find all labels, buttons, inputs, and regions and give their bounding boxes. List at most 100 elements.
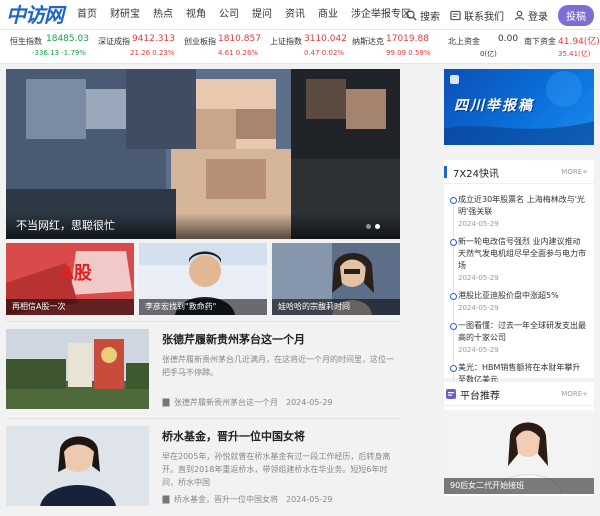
contact-label: 联系我们 (464, 11, 504, 23)
a-share-overlay-text: A股 (60, 263, 92, 284)
article-item[interactable]: 张德芹履新贵州茅台这一个月 张德芹履新贵州茅台几近满月，在这将近一个月的时间里，… (6, 329, 400, 419)
flash-news-item[interactable]: 一图看懂：过去一年全球研发支出最高的十家公司 2024-05-29 (450, 320, 586, 354)
panel-title: 7X24快讯 (453, 169, 499, 180)
news-date: 2024-05-29 (458, 220, 499, 228)
nav-item-home[interactable]: 首页 (77, 0, 97, 30)
ticker-chinext[interactable]: 创业板指 1810.857 4.61 0.26% (184, 33, 264, 61)
article-summary: 早在2005年，孙悦就曾在桥水基金有过一段工作经历，后转身离开。直到2018年重… (162, 452, 391, 487)
thumb-card[interactable]: 李彦宏找到"救命药" (139, 243, 267, 315)
thumb-caption: 娃哈哈的宗馥莉时间 (272, 299, 400, 315)
ticker-nasdaq[interactable]: 纳斯达克 17019.88 99.09 0.59% (352, 33, 436, 61)
nav-item-perspective[interactable]: 视角 (186, 0, 206, 30)
article-image (6, 426, 149, 506)
ticker-name: 创业板指 (184, 37, 216, 46)
article-date: 2024-05-29 (286, 495, 333, 504)
panel-header: 7X24快讯 MORE+ (444, 160, 594, 184)
search-label: 搜索 (420, 11, 440, 23)
article-source: 张德芹履新贵州茅台这一个月 (174, 398, 278, 407)
ticker-change: 21.26 0.23% (130, 49, 175, 57)
panel-accent-bar (444, 166, 447, 178)
panel-title: 平台推荐 (460, 391, 500, 402)
search-button[interactable]: 搜索 (406, 8, 440, 23)
contact-button[interactable]: 联系我们 (450, 8, 504, 23)
ticker-value: 9412.313 (132, 34, 175, 44)
article-summary: 张德芹履新贵州茅台几近满月，在这将近一个月的时间里，这位一把手马不停蹄。 (162, 355, 394, 377)
recommend-caption: 90后女二代开始接班 (450, 481, 525, 490)
thumb-card[interactable]: 娃哈哈的宗馥莉时间 (272, 243, 400, 315)
ticker-name: 纳斯达克 (352, 37, 384, 46)
login-label: 登录 (528, 11, 548, 23)
article-thumbnail (6, 426, 149, 506)
nav-item-business[interactable]: 商业 (318, 0, 338, 30)
ticker-value: 17019.88 (386, 34, 429, 44)
flash-news-list: 成立近30年股票名 上海梅林改与'光明'强关联 2024-05-29 新一轮电改… (444, 184, 594, 396)
ticker-hsi[interactable]: 恒生指数 18485.03 -336.13 -1.79% (10, 33, 89, 61)
carousel-dots (362, 224, 380, 229)
flash-news-item[interactable]: 新一轮电改信号强烈 业内建议推动天然气发电机组尽早全面参与电力市场 2024-0… (450, 236, 586, 282)
article-title[interactable]: 桥水基金，晋升一位中国女将 (162, 428, 305, 444)
recommend-card[interactable]: 90后女二代开始接班 (444, 410, 594, 494)
sichuan-report-banner[interactable]: 四川举报稿 (444, 69, 594, 145)
nav-item-company[interactable]: 公司 (219, 0, 239, 30)
article-item[interactable]: 桥水基金，晋升一位中国女将 早在2005年，孙悦就曾在桥水基金有过一段工作经历，… (6, 426, 400, 516)
ticker-name: 北上资金 (448, 37, 480, 46)
contact-icon (450, 10, 461, 20)
ticker-change: 99.09 0.59% (386, 49, 431, 57)
carousel-dot[interactable] (366, 224, 371, 229)
nav-item-hot[interactable]: 热点 (153, 0, 173, 30)
sidebar: 四川举报稿 (444, 69, 594, 145)
ticker-name: 南下资金 (524, 37, 556, 46)
recommend-icon (446, 389, 456, 399)
login-button[interactable]: 登录 (514, 8, 548, 23)
ticker-name: 深证成指 (98, 37, 130, 46)
banner-title: 四川举报稿 (454, 98, 534, 114)
user-icon (514, 10, 525, 20)
news-text: 新一轮电改信号强烈 业内建议推动天然气发电机组尽早全面参与电力市场 (458, 237, 586, 270)
search-icon (406, 10, 417, 21)
ticker-value: 3110.042 (304, 34, 347, 44)
nav-item-news[interactable]: 资讯 (285, 0, 305, 30)
ticker-value: 0.00 (498, 34, 519, 44)
divider (6, 418, 400, 419)
article-image (6, 329, 149, 409)
ticker-value: 1810.857 (218, 34, 261, 44)
ticker-change: -336.13 -1.79% (32, 49, 87, 57)
hero-caption: 不当网红，思聪很忙 (6, 213, 400, 239)
article-title[interactable]: 张德芹履新贵州茅台这一个月 (162, 331, 305, 347)
ticker-change: 35.41(亿) (558, 50, 591, 58)
ticker-northbound[interactable]: 北上资金 0.00 0(亿) (448, 33, 520, 61)
article-meta: 张德芹履新贵州茅台这一个月 2024-05-29 (162, 397, 333, 408)
header-tools: 搜索 联系我们 登录 投稿 (396, 0, 594, 30)
post-button[interactable]: 投稿 (558, 4, 594, 26)
market-ticker: 恒生指数 18485.03 -336.13 -1.79% 深证成指 9412.3… (0, 30, 600, 64)
ticker-southbound[interactable]: 南下资金 41.94(亿) 35.41(亿) (524, 33, 600, 61)
ticker-value: 41.94(亿) (558, 37, 600, 47)
nav-item-caiyanbao[interactable]: 财研宝 (110, 0, 140, 30)
ticker-change: 4.61 0.26% (218, 49, 259, 57)
news-date: 2024-05-29 (458, 304, 499, 312)
carousel-dot-active[interactable] (375, 224, 380, 229)
more-link[interactable]: MORE+ (561, 390, 588, 398)
site-logo[interactable]: 中访网 (6, 4, 68, 26)
flash-news-item[interactable]: 港股比亚迪股价盘中涨超5% 2024-05-29 (450, 290, 586, 312)
bookmark-icon (162, 495, 170, 504)
flash-news-item[interactable]: 成立近30年股票名 上海梅林改与'光明'强关联 2024-05-29 (450, 194, 586, 228)
ticker-szse[interactable]: 深证成指 9412.313 21.26 0.23% (98, 33, 178, 61)
ticker-change: 0(亿) (480, 50, 497, 58)
nav-item-questions[interactable]: 提问 (252, 0, 272, 30)
top-navigation-bar: 中访网 首页 财研宝 热点 视角 公司 提问 资讯 商业 涉企举报专区 搜索 联… (0, 0, 600, 30)
news-text: 港股比亚迪股价盘中涨超5% (458, 291, 559, 300)
news-date: 2024-05-29 (458, 274, 499, 282)
ticker-sse[interactable]: 上证指数 3110.042 0.47 0.02% (270, 33, 350, 61)
more-link[interactable]: MORE+ (561, 168, 588, 176)
ticker-value: 18485.03 (46, 34, 89, 44)
hero-carousel[interactable]: 不当网红，思聪很忙 (6, 69, 400, 239)
ticker-name: 恒生指数 (10, 37, 42, 46)
article-meta: 桥水基金，晋升一位中国女将 2024-05-29 (162, 494, 333, 505)
thumb-card[interactable]: A股 再相信A股一次 (6, 243, 134, 315)
recommend-panel: 平台推荐 MORE+ 90后女二代开始接班 (444, 382, 594, 496)
news-text: 成立近30年股票名 上海梅林改与'光明'强关联 (458, 195, 585, 216)
featured-thumbnails: A股 再相信A股一次 李彦宏找到"救命药" 娃哈哈的宗馥莉时间 (6, 243, 400, 315)
thumb-caption: 李彦宏找到"救命药" (139, 299, 267, 315)
divider (6, 321, 400, 322)
